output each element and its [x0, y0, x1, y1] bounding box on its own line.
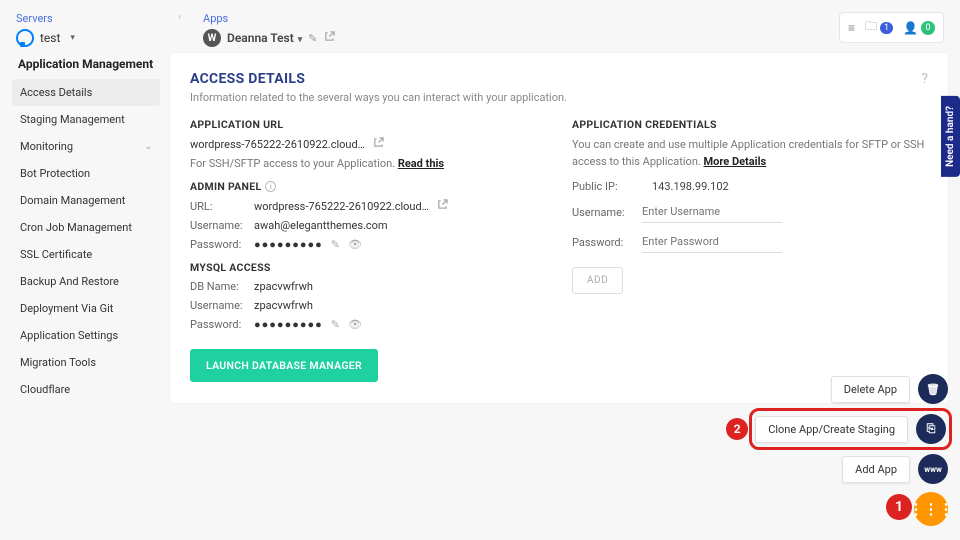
- read-this-link[interactable]: Read this: [398, 157, 444, 170]
- topbar-status: ≡ 🗀1 👤0: [839, 12, 944, 43]
- sidebar-item-access-details[interactable]: Access Details: [12, 79, 160, 106]
- sidebar-item-domain[interactable]: Domain Management: [12, 187, 160, 214]
- sidebar-item-ssl[interactable]: SSL Certificate: [12, 241, 160, 268]
- trash-icon[interactable]: 🗑: [918, 374, 948, 404]
- apps-label: Apps: [203, 12, 335, 25]
- app-url-note: For SSH/SFTP access to your Application.: [190, 157, 395, 170]
- eye-icon[interactable]: 👁: [348, 318, 362, 331]
- sidebar-title: Application Management: [12, 53, 160, 79]
- delete-app-button[interactable]: Delete App: [831, 376, 910, 403]
- www-icon[interactable]: www: [918, 454, 948, 484]
- sidebar-item-migration[interactable]: Migration Tools: [12, 349, 160, 376]
- sidebar-item-monitoring[interactable]: Monitoring⌄: [12, 133, 160, 160]
- edit-icon[interactable]: ✎: [308, 32, 317, 45]
- callout-1: 1: [886, 494, 912, 520]
- server-selector[interactable]: test: [16, 29, 156, 47]
- chevron-down-icon: ⌄: [144, 142, 152, 152]
- grid-fab-button[interactable]: ⋮⋮⋮: [914, 492, 948, 526]
- app-url-value: wordpress-765222-2610922.cloud…: [190, 138, 365, 151]
- sidebar-item-bot[interactable]: Bot Protection: [12, 160, 160, 187]
- callout-2: 2: [726, 418, 748, 440]
- wordpress-icon: W: [203, 29, 221, 47]
- clone-icon[interactable]: ⎘: [916, 414, 946, 444]
- sidebar-item-backup[interactable]: Backup And Restore: [12, 268, 160, 295]
- admin-title: ADMIN PANEL i: [190, 180, 546, 193]
- mysql-title: MYSQL ACCESS: [190, 261, 546, 274]
- mysql-user: zpacvwfrwh: [254, 299, 313, 312]
- admin-url: wordpress-765222-2610922.cloud…: [254, 200, 429, 213]
- server-name: test: [40, 31, 60, 45]
- app-url-title: APPLICATION URL: [190, 118, 546, 131]
- username-input[interactable]: [642, 201, 782, 223]
- folder-icon[interactable]: 🗀1: [865, 17, 893, 38]
- panel-title: ACCESS DETAILS: [190, 71, 305, 87]
- chevron-right-icon: ›: [178, 12, 181, 23]
- user-icon[interactable]: 👤0: [903, 21, 935, 35]
- user-badge: 0: [921, 21, 935, 35]
- more-details-link[interactable]: More Details: [704, 155, 767, 168]
- sidebar-item-staging[interactable]: Staging Management: [12, 106, 160, 133]
- admin-username: awah@elegantthemes.com: [254, 219, 388, 232]
- sidebar-item-cloudflare[interactable]: Cloudflare: [12, 376, 160, 403]
- password-input[interactable]: [642, 231, 782, 253]
- help-icon[interactable]: ?: [921, 71, 928, 87]
- edit-icon[interactable]: ✎: [331, 318, 340, 331]
- edit-icon[interactable]: ✎: [331, 238, 340, 251]
- list-icon[interactable]: ≡: [848, 21, 855, 35]
- panel-subtitle: Information related to the several ways …: [190, 91, 928, 104]
- external-link-icon[interactable]: [324, 31, 335, 45]
- add-app-button[interactable]: Add App: [842, 456, 910, 483]
- launch-db-button[interactable]: LAUNCH DATABASE MANAGER: [190, 349, 378, 382]
- admin-password: ●●●●●●●●●: [254, 238, 323, 251]
- sidebar-item-cron[interactable]: Cron Job Management: [12, 214, 160, 241]
- sidebar-item-settings[interactable]: Application Settings: [12, 322, 160, 349]
- app-selector[interactable]: Deanna Test: [227, 31, 302, 45]
- sidebar-item-git[interactable]: Deployment Via Git: [12, 295, 160, 322]
- creds-title: APPLICATION CREDENTIALS: [572, 118, 928, 131]
- digitalocean-icon: [16, 29, 34, 47]
- clone-staging-button[interactable]: 2 Clone App/Create Staging: [755, 416, 908, 443]
- info-icon[interactable]: i: [265, 181, 276, 192]
- servers-label: Servers: [16, 12, 156, 25]
- external-link-icon[interactable]: [373, 137, 384, 151]
- add-button[interactable]: ADD: [572, 267, 623, 294]
- mysql-db: zpacvwfrwh: [254, 280, 313, 293]
- mysql-password: ●●●●●●●●●: [254, 318, 323, 331]
- eye-icon[interactable]: 👁: [348, 238, 362, 251]
- folder-badge: 1: [880, 22, 893, 34]
- public-ip: 143.198.99.102: [652, 180, 729, 193]
- help-tab[interactable]: Need a hand?: [941, 96, 960, 177]
- external-link-icon[interactable]: [437, 199, 448, 213]
